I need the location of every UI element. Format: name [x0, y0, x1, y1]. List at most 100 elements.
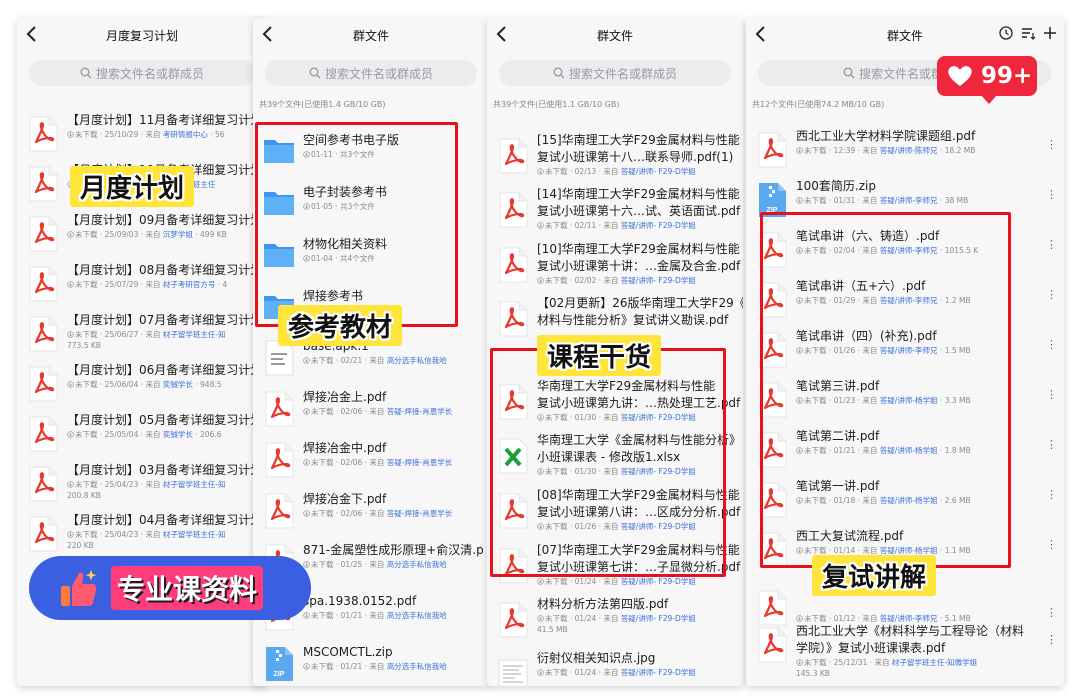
- top-bar: 群文件: [487, 18, 743, 52]
- uploader-name[interactable]: 材子留学班主任-知: [163, 480, 226, 489]
- top-bar: 群文件: [746, 18, 1064, 52]
- file-meta: 未下载 · 02/06 · 来自 答疑-焊接-肖恩学长: [303, 509, 485, 519]
- uploader-name[interactable]: 沉梦学姐: [163, 230, 193, 239]
- more-menu-button[interactable]: ⋮: [1046, 538, 1057, 552]
- file-name: 【月度计划】08月备考详细复习计划: [67, 263, 261, 277]
- more-menu-button[interactable]: ⋮: [1046, 238, 1057, 252]
- storage-stat: 共39个文件(已使用1.1 GB/10 GB): [493, 100, 620, 109]
- meta-text: 未下载 · 01/24 · 来自: [545, 577, 621, 586]
- folder-icon: [263, 184, 295, 220]
- uploader-name[interactable]: 奕铖学长: [163, 430, 193, 439]
- file-meta: 未下载 · 01/31 · 来自 答疑/讲师-李师兄 · 38 MB: [796, 196, 1060, 206]
- uploader-name[interactable]: 答疑/讲师- F29-D学姐: [621, 276, 696, 285]
- svg-text:ZIP: ZIP: [274, 671, 285, 678]
- uploader-name[interactable]: 答疑-焊接-肖恩学长: [387, 509, 452, 518]
- meta-text: 未下载 · 01/24 · 来自: [545, 668, 621, 677]
- uploader-name[interactable]: 答疑/讲师-杨学姐: [880, 446, 938, 455]
- uploader-name[interactable]: 答疑/讲师-李师兄: [880, 614, 938, 623]
- uploader-name[interactable]: 高分选手私信我哈: [387, 611, 447, 620]
- image-file-icon: [497, 656, 529, 686]
- uploader-name[interactable]: 答疑/讲师- F29-D学姐: [621, 467, 696, 476]
- uploader-name[interactable]: 材子留学班主任-知: [163, 530, 226, 539]
- meta-text: 未下载 · 02/06 · 来自: [311, 458, 387, 467]
- search-input[interactable]: 搜索文件名或群成员: [499, 60, 731, 86]
- file-size: · 18.2 MB: [937, 146, 976, 155]
- uploader-name[interactable]: 答疑-焊接-肖恩学长: [387, 407, 452, 416]
- meta-text: 未下载 · 02/02 · 来自: [545, 276, 621, 285]
- uploader-name[interactable]: 高分选手私信我哈: [387, 356, 447, 365]
- uploader-name[interactable]: 答疑/讲师- F29-D学姐: [621, 522, 696, 531]
- uploader-name[interactable]: 答疑/讲师-李师兄: [880, 346, 938, 355]
- meta-text: 未下载 · 25/07/29 · 来自: [75, 280, 163, 289]
- more-menu-button[interactable]: ⋮: [1046, 438, 1057, 452]
- file-meta: 未下载 · 02/02 · 来自 答疑/讲师- F29-D学姐: [537, 276, 739, 286]
- pdf-file-icon: [497, 138, 529, 174]
- more-menu-button[interactable]: ⋮: [1046, 606, 1057, 620]
- file-name: 笔试第二讲.pdf: [796, 429, 880, 443]
- uploader-name[interactable]: 答疑/讲师-杨学姐: [880, 496, 938, 505]
- file-name: 空间参考书电子版: [303, 133, 400, 147]
- uploader-name[interactable]: 答疑/讲师- F29-D学姐: [621, 577, 696, 586]
- more-menu-button[interactable]: ⋮: [1046, 138, 1057, 152]
- uploader-name[interactable]: 答疑/讲师-杨学姐: [880, 546, 938, 555]
- file-name: 笔试串讲（六、铸造）.pdf: [796, 229, 940, 243]
- meta-text: 未下载 · 01/23 · 来自: [804, 396, 880, 405]
- file-meta: 未下载 · 02/06 · 来自 答疑-焊接-肖恩学长: [303, 407, 485, 417]
- file-meta: 未下载 · 25/09/03 · 来自 沉梦学姐 · 499 KB: [67, 230, 263, 240]
- uploader-name[interactable]: 答疑/讲师- F29-D学姐: [621, 614, 696, 623]
- storage-stat: 共39个文件(已使用1.4 GB/10 GB): [259, 100, 386, 109]
- uploader-name[interactable]: 答疑-焊接-肖恩学长: [387, 458, 452, 467]
- pdf-file-icon: [756, 382, 788, 418]
- meta-text: 未下载 · 25/04/23 · 来自: [75, 480, 163, 489]
- uploader-name[interactable]: 材子考研官方号: [163, 280, 216, 289]
- uploader-name[interactable]: 答疑/讲师- F29-D学姐: [621, 413, 696, 422]
- more-menu-button[interactable]: ⋮: [1046, 633, 1057, 647]
- more-menu-button[interactable]: ⋮: [1046, 338, 1057, 352]
- meta-text: 未下载 · 02/11 · 来自: [545, 221, 621, 230]
- file-name: 华南理工大学《金属材料与性能分析》: [537, 433, 742, 447]
- bubble-tail: [981, 95, 997, 104]
- uploader-name[interactable]: 答疑/讲师-李师兄: [880, 296, 938, 305]
- uploader-name[interactable]: 材子留学班主任-知: [163, 330, 226, 339]
- uploader-name[interactable]: 答疑/讲师-杨学姐: [880, 396, 938, 405]
- sort-icon[interactable]: [1020, 25, 1036, 41]
- uploader-name[interactable]: 材子留学班主任-知微学姐: [892, 658, 977, 667]
- file-name: spa.1938.0152.pdf: [303, 594, 417, 608]
- file-meta: 未下载 · 25/06/04 · 来自 奕铖学长 · 948.5: [67, 380, 263, 390]
- more-menu-button[interactable]: ⋮: [1046, 288, 1057, 302]
- search-input[interactable]: 搜索文件名或群成员: [29, 60, 255, 86]
- file-size: 145.3 KB: [796, 669, 830, 678]
- file-name: 【月度计划】04月备考详细复习计划: [67, 513, 261, 527]
- search-placeholder: 搜索文件名或群成员: [95, 66, 204, 81]
- file-size: · 499 KB: [192, 230, 227, 239]
- uploader-name[interactable]: 高分选手私信我哈: [387, 560, 447, 569]
- uploader-name[interactable]: 奕铖学长: [163, 380, 193, 389]
- plus-icon[interactable]: [1042, 25, 1058, 41]
- uploader-name[interactable]: 答疑/讲师- F29-D学姐: [621, 167, 696, 176]
- more-menu-button[interactable]: ⋮: [1046, 188, 1057, 202]
- file-size: · 3.3 MB: [937, 396, 971, 405]
- file-name: 材物化相关资料: [303, 237, 388, 251]
- uploader-name[interactable]: 答疑/讲师-李师兄: [880, 246, 938, 255]
- file-meta: 未下载 · 01/18 · 来自 答疑/讲师-杨学姐 · 2.6 MB: [796, 496, 1060, 506]
- file-size: · 1.8 MB: [937, 446, 971, 455]
- file-name: 复试小班课第九讲：…热处理工艺.pdf: [537, 396, 741, 410]
- uploader-name[interactable]: 答疑/讲师-李师兄: [880, 196, 938, 205]
- more-menu-button[interactable]: ⋮: [1046, 488, 1057, 502]
- clock-icon[interactable]: [998, 25, 1014, 41]
- pdf-file-icon: [756, 282, 788, 318]
- search-placeholder: 搜索文件名或群成员: [568, 66, 677, 81]
- file-name: 材料分析方法第四版.pdf: [537, 597, 669, 611]
- excel-file-icon: [497, 438, 529, 474]
- uploader-name[interactable]: 答疑/讲师- F29-D学姐: [621, 668, 696, 677]
- pdf-file-icon: [27, 216, 59, 252]
- more-menu-button[interactable]: ⋮: [1046, 388, 1057, 402]
- uploader-name[interactable]: 考研情报中心: [163, 130, 208, 139]
- file-size: · 4: [215, 280, 228, 289]
- file-meta: 未下载 · 01/21 · 来自 高分选手私信我哈: [303, 611, 485, 621]
- uploader-name[interactable]: 答疑/讲师- F29-D学姐: [621, 221, 696, 230]
- search-input[interactable]: 搜索文件名或群成员: [265, 60, 477, 86]
- uploader-name[interactable]: 答疑/讲师-陈师兄: [880, 146, 938, 155]
- file-name: 【月度计划】03月备考详细复习计划: [67, 463, 261, 477]
- uploader-name[interactable]: 高分选手私信我哈: [387, 662, 447, 671]
